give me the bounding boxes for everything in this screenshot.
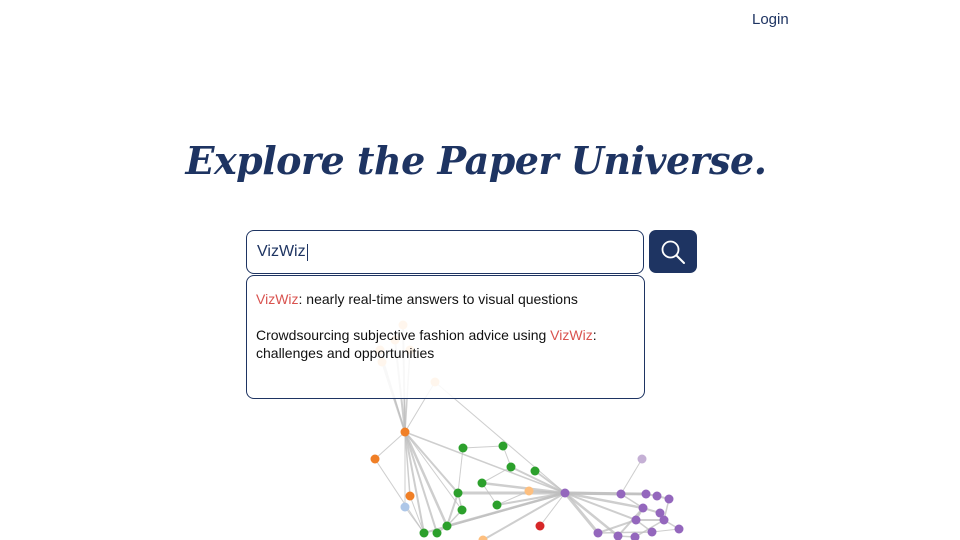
- paper-node[interactable]: [400, 427, 410, 437]
- paper-node[interactable]: [631, 515, 641, 525]
- page: Login Explore the Paper Universe. VizWiz…: [0, 0, 960, 540]
- paper-node[interactable]: [659, 515, 669, 525]
- paper-node[interactable]: [457, 505, 467, 515]
- paper-node[interactable]: [674, 524, 684, 534]
- paper-node[interactable]: [370, 454, 380, 464]
- paper-node[interactable]: [432, 528, 442, 538]
- paper-node[interactable]: [652, 491, 662, 501]
- paper-node[interactable]: [405, 491, 415, 501]
- paper-node[interactable]: [616, 489, 626, 499]
- search-button[interactable]: [649, 230, 697, 273]
- suggestion-text: : nearly real-time answers to visual que…: [298, 291, 578, 307]
- paper-node[interactable]: [664, 494, 674, 504]
- magnifier-icon: [661, 240, 685, 264]
- graph-edge: [404, 431, 459, 494]
- graph-edge: [374, 431, 406, 460]
- paper-node[interactable]: [498, 441, 508, 451]
- paper-node[interactable]: [593, 528, 603, 538]
- login-link[interactable]: Login: [752, 11, 789, 28]
- paper-node[interactable]: [419, 528, 429, 538]
- paper-node[interactable]: [641, 489, 651, 499]
- suggestion-match: VizWiz: [550, 327, 593, 343]
- graph-edge: [462, 445, 504, 449]
- suggestion-item[interactable]: Crowdsourcing subjective fashion advice …: [256, 326, 634, 362]
- graph-edge: [481, 466, 512, 484]
- search-input[interactable]: VizWiz: [257, 243, 306, 261]
- paper-node[interactable]: [637, 454, 647, 464]
- paper-node[interactable]: [647, 527, 657, 537]
- suggestion-match: VizWiz: [256, 291, 299, 307]
- text-caret: [306, 243, 308, 261]
- suggestion-dropdown: VizWiz: nearly real-time answers to visu…: [246, 275, 645, 399]
- suggestion-text: Crowdsourcing subjective fashion advice …: [256, 327, 551, 343]
- paper-node[interactable]: [535, 521, 545, 531]
- paper-node[interactable]: [524, 486, 534, 496]
- paper-node[interactable]: [506, 462, 516, 472]
- graph-edge: [620, 458, 643, 495]
- paper-node[interactable]: [530, 466, 540, 476]
- paper-node[interactable]: [442, 521, 452, 531]
- paper-node[interactable]: [478, 535, 488, 540]
- paper-node[interactable]: [560, 488, 570, 498]
- paper-node[interactable]: [638, 503, 648, 513]
- paper-node[interactable]: [630, 532, 640, 540]
- suggestion-item[interactable]: VizWiz: nearly real-time answers to visu…: [256, 290, 634, 308]
- search-box[interactable]: VizWiz: [246, 230, 644, 274]
- paper-node[interactable]: [400, 502, 410, 512]
- graph-edge: [457, 447, 464, 494]
- paper-node[interactable]: [492, 500, 502, 510]
- page-title: Explore the Paper Universe.: [185, 138, 767, 183]
- paper-node[interactable]: [453, 488, 463, 498]
- paper-node[interactable]: [477, 478, 487, 488]
- paper-node[interactable]: [458, 443, 468, 453]
